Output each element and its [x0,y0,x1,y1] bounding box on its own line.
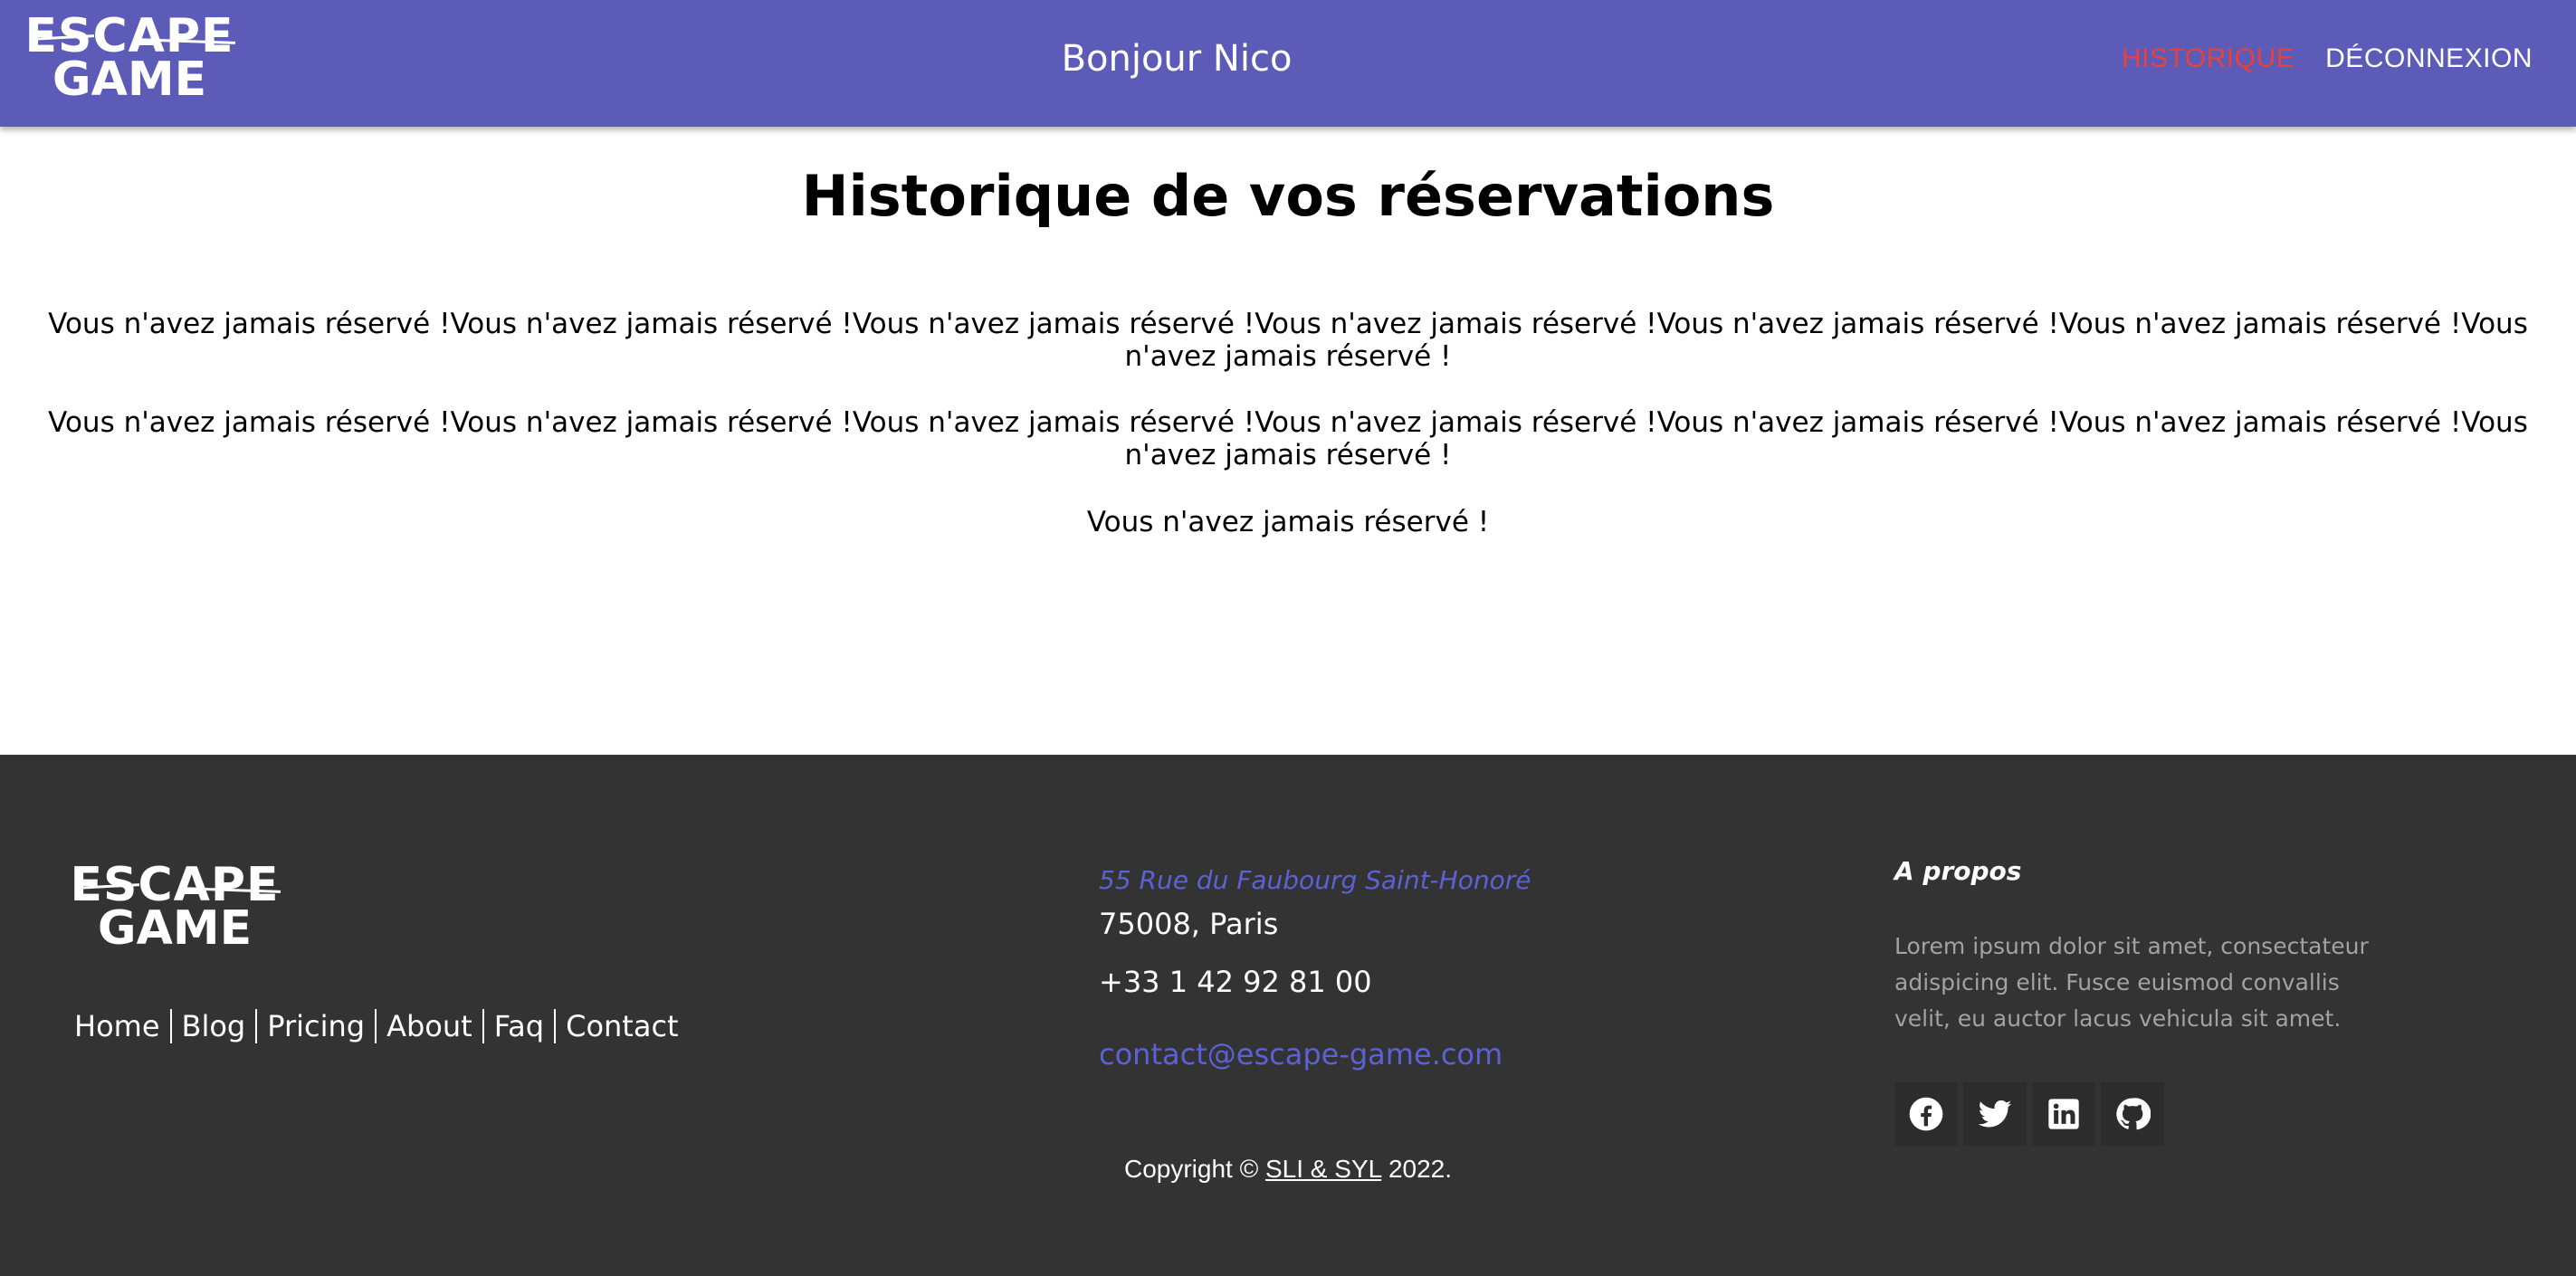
user-greeting: Bonjour Nico [1061,38,1293,80]
twitter-icon [1978,1100,2012,1128]
contact-email-link[interactable]: contact@escape-game.com [1099,1037,1503,1071]
page-title: Historique de vos réservations [801,163,1775,229]
copyright: Copyright © SLI & SYL 2022. [0,1155,2576,1184]
copyright-prefix: Copyright © [1123,1155,1259,1183]
copyright-year: 2022. [1388,1155,1453,1183]
escape-game-logo[interactable]: ESCAPE GAME [25,13,236,107]
nav-link-historique[interactable]: HISTORIQUE [2122,43,2295,74]
about-title: A propos [1894,856,2022,886]
footer-logo[interactable]: ESCAPE GAME [71,862,281,956]
top-navbar: ESCAPE GAME Bonjour Nico HISTORIQUE DÉCO… [0,0,2576,127]
linkedin-button[interactable] [2032,1082,2095,1146]
no-reservation-message: Vous n'avez jamais réservé !Vous n'avez … [48,406,2528,471]
twitter-button[interactable] [1963,1082,2027,1146]
address-city: 75008, Paris [1099,907,1279,941]
logo-text-bottom: GAME [52,52,207,107]
footer-link-contact[interactable]: Contact [556,1008,689,1044]
nav-link-deconnexion[interactable]: DÉCONNEXION [2325,43,2533,74]
footer-nav: Home Blog Pricing About Faq Contact [74,1008,689,1044]
footer-link-blog[interactable]: Blog [172,1008,256,1044]
footer-link-about[interactable]: About [377,1008,482,1044]
no-reservation-message: Vous n'avez jamais réservé !Vous n'avez … [48,308,2528,373]
no-reservation-message: Vous n'avez jamais réservé ! [1086,506,1490,538]
site-footer: ESCAPE GAME Home Blog Pricing About Faq … [0,755,2576,1276]
copyright-brand-link[interactable]: SLI & SYL [1265,1155,1381,1183]
facebook-icon [1909,1097,1943,1131]
logo-text-bottom: GAME [97,901,253,956]
address-street: 55 Rue du Faubourg Saint-Honoré [1099,865,1531,895]
facebook-button[interactable] [1894,1082,1958,1146]
github-button[interactable] [2101,1082,2164,1146]
about-text: Lorem ipsum dolor sit amet, consectateur… [1894,933,2369,1032]
social-links [1894,1082,2164,1146]
linkedin-icon [2048,1099,2079,1129]
footer-link-pricing[interactable]: Pricing [257,1008,375,1044]
github-icon [2116,1098,2151,1130]
footer-link-home[interactable]: Home [74,1008,170,1044]
header-nav: HISTORIQUE DÉCONNEXION [2122,43,2533,74]
footer-link-faq[interactable]: Faq [484,1008,554,1044]
phone-number: +33 1 42 92 81 00 [1099,965,1372,999]
